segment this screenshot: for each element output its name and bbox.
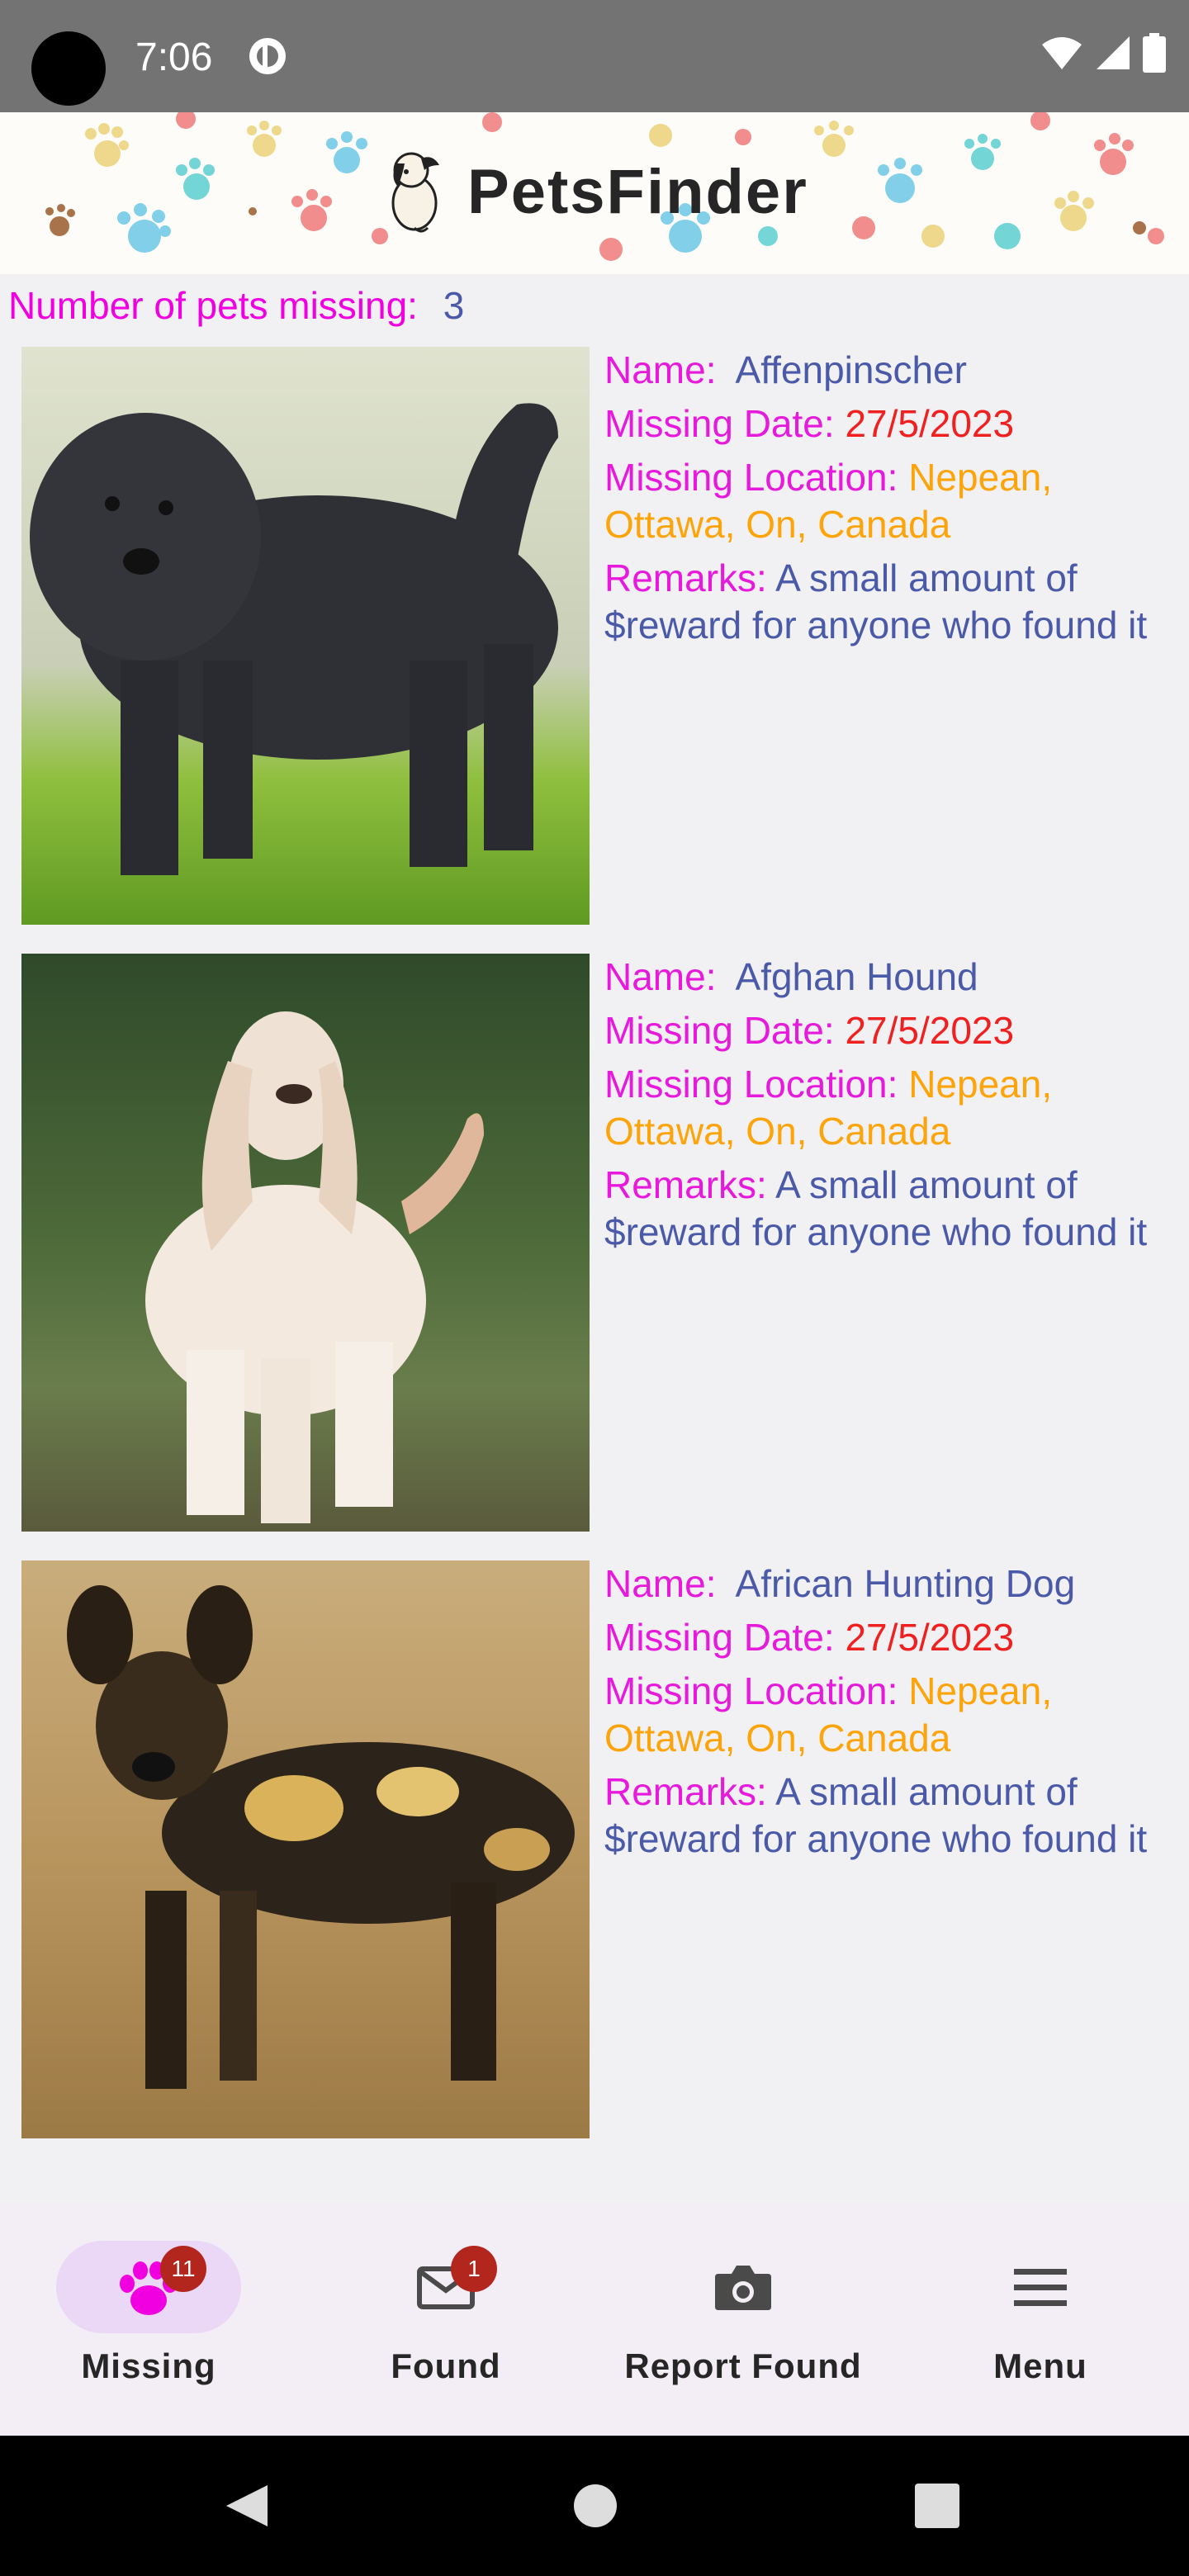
missing-badge: 11 bbox=[160, 2246, 206, 2292]
pet-remarks-row: Remarks: A small amount of $reward for a… bbox=[604, 1162, 1182, 1256]
name-label: Name: bbox=[604, 348, 717, 391]
missing-location-label: Missing Location: bbox=[604, 1063, 898, 1106]
bottom-navigation: 11 Missing 1 Found Report Found Menu bbox=[0, 2203, 1189, 2436]
pet-name: Afghan Hound bbox=[735, 955, 978, 998]
app-header-banner: PetsFinder bbox=[0, 112, 1189, 274]
status-bar: 7:06 bbox=[0, 0, 1189, 112]
home-icon[interactable] bbox=[573, 2484, 618, 2528]
app-notification-icon bbox=[249, 38, 286, 74]
pet-photo bbox=[21, 1560, 590, 2138]
remarks-label: Remarks: bbox=[604, 1770, 767, 1813]
signal-icon bbox=[1097, 36, 1130, 69]
missing-date-label: Missing Date: bbox=[604, 1616, 835, 1659]
pet-name-row: Name: African Hunting Dog bbox=[604, 1560, 1182, 1608]
missing-location-label: Missing Location: bbox=[604, 1669, 898, 1712]
pet-card[interactable]: Name: Afghan Hound Missing Date: 27/5/20… bbox=[21, 954, 1177, 1532]
pet-location-row: Missing Location: Nepean, Ottawa, On, Ca… bbox=[604, 1668, 1182, 1762]
missing-date-value: 27/5/2023 bbox=[845, 1009, 1015, 1052]
pet-card[interactable]: Name: African Hunting Dog Missing Date: … bbox=[21, 1560, 1177, 2138]
pet-location-row: Missing Location: Nepean, Ottawa, On, Ca… bbox=[604, 1061, 1182, 1155]
pet-date-row: Missing Date: 27/5/2023 bbox=[604, 1614, 1182, 1661]
pet-name-row: Name: Affenpinscher bbox=[604, 347, 1182, 394]
system-navigation-bar bbox=[0, 2436, 1189, 2576]
pet-details: Name: African Hunting Dog Missing Date: … bbox=[604, 1560, 1182, 1869]
missing-count-row: Number of pets missing: 3 bbox=[8, 279, 464, 332]
nav-found-label: Found bbox=[391, 2346, 501, 2385]
missing-date-label: Missing Date: bbox=[604, 402, 835, 445]
missing-date-value: 27/5/2023 bbox=[845, 1616, 1015, 1659]
pet-photo bbox=[21, 347, 590, 925]
pet-location-row: Missing Location: Nepean, Ottawa, On, Ca… bbox=[604, 454, 1182, 548]
app-brand: PetsFinder bbox=[378, 145, 808, 238]
pet-name: Affenpinscher bbox=[735, 348, 967, 391]
missing-location-label: Missing Location: bbox=[604, 456, 898, 499]
wifi-icon bbox=[1042, 37, 1082, 69]
name-label: Name: bbox=[604, 955, 717, 998]
missing-count-label: Number of pets missing: bbox=[8, 284, 418, 327]
battery-icon bbox=[1143, 33, 1166, 73]
nav-report-found-label: Report Found bbox=[624, 2346, 862, 2385]
pet-photo bbox=[21, 954, 590, 1532]
nav-report-found[interactable]: Report Found bbox=[594, 2203, 892, 2436]
missing-date-label: Missing Date: bbox=[604, 1009, 835, 1052]
back-icon[interactable] bbox=[223, 2482, 271, 2530]
pet-date-row: Missing Date: 27/5/2023 bbox=[604, 1007, 1182, 1054]
missing-count-value: 3 bbox=[443, 284, 465, 327]
pet-name: African Hunting Dog bbox=[735, 1562, 1076, 1605]
pet-details: Name: Affenpinscher Missing Date: 27/5/2… bbox=[604, 347, 1182, 656]
nav-missing-label: Missing bbox=[81, 2346, 216, 2385]
pet-remarks-row: Remarks: A small amount of $reward for a… bbox=[604, 555, 1182, 649]
menu-icon bbox=[1014, 2269, 1067, 2306]
pet-remarks-row: Remarks: A small amount of $reward for a… bbox=[604, 1769, 1182, 1863]
app-title: PetsFinder bbox=[467, 156, 808, 227]
pet-card[interactable]: Name: Affenpinscher Missing Date: 27/5/2… bbox=[21, 347, 1177, 925]
camera-cutout bbox=[31, 31, 106, 106]
pet-name-row: Name: Afghan Hound bbox=[604, 954, 1182, 1001]
pet-date-row: Missing Date: 27/5/2023 bbox=[604, 400, 1182, 447]
nav-menu[interactable]: Menu bbox=[892, 2203, 1189, 2436]
name-label: Name: bbox=[604, 1562, 717, 1605]
dog-logo-icon bbox=[391, 152, 439, 233]
pet-details: Name: Afghan Hound Missing Date: 27/5/20… bbox=[604, 954, 1182, 1262]
found-badge: 1 bbox=[451, 2246, 497, 2292]
status-time: 7:06 bbox=[135, 36, 213, 79]
remarks-label: Remarks: bbox=[604, 1163, 767, 1206]
nav-missing[interactable]: 11 Missing bbox=[0, 2203, 297, 2436]
remarks-label: Remarks: bbox=[604, 556, 767, 599]
recents-icon[interactable] bbox=[915, 2484, 959, 2528]
camera-icon bbox=[715, 2266, 771, 2310]
missing-date-value: 27/5/2023 bbox=[845, 402, 1015, 445]
nav-found[interactable]: 1 Found bbox=[297, 2203, 594, 2436]
nav-menu-label: Menu bbox=[993, 2346, 1087, 2385]
